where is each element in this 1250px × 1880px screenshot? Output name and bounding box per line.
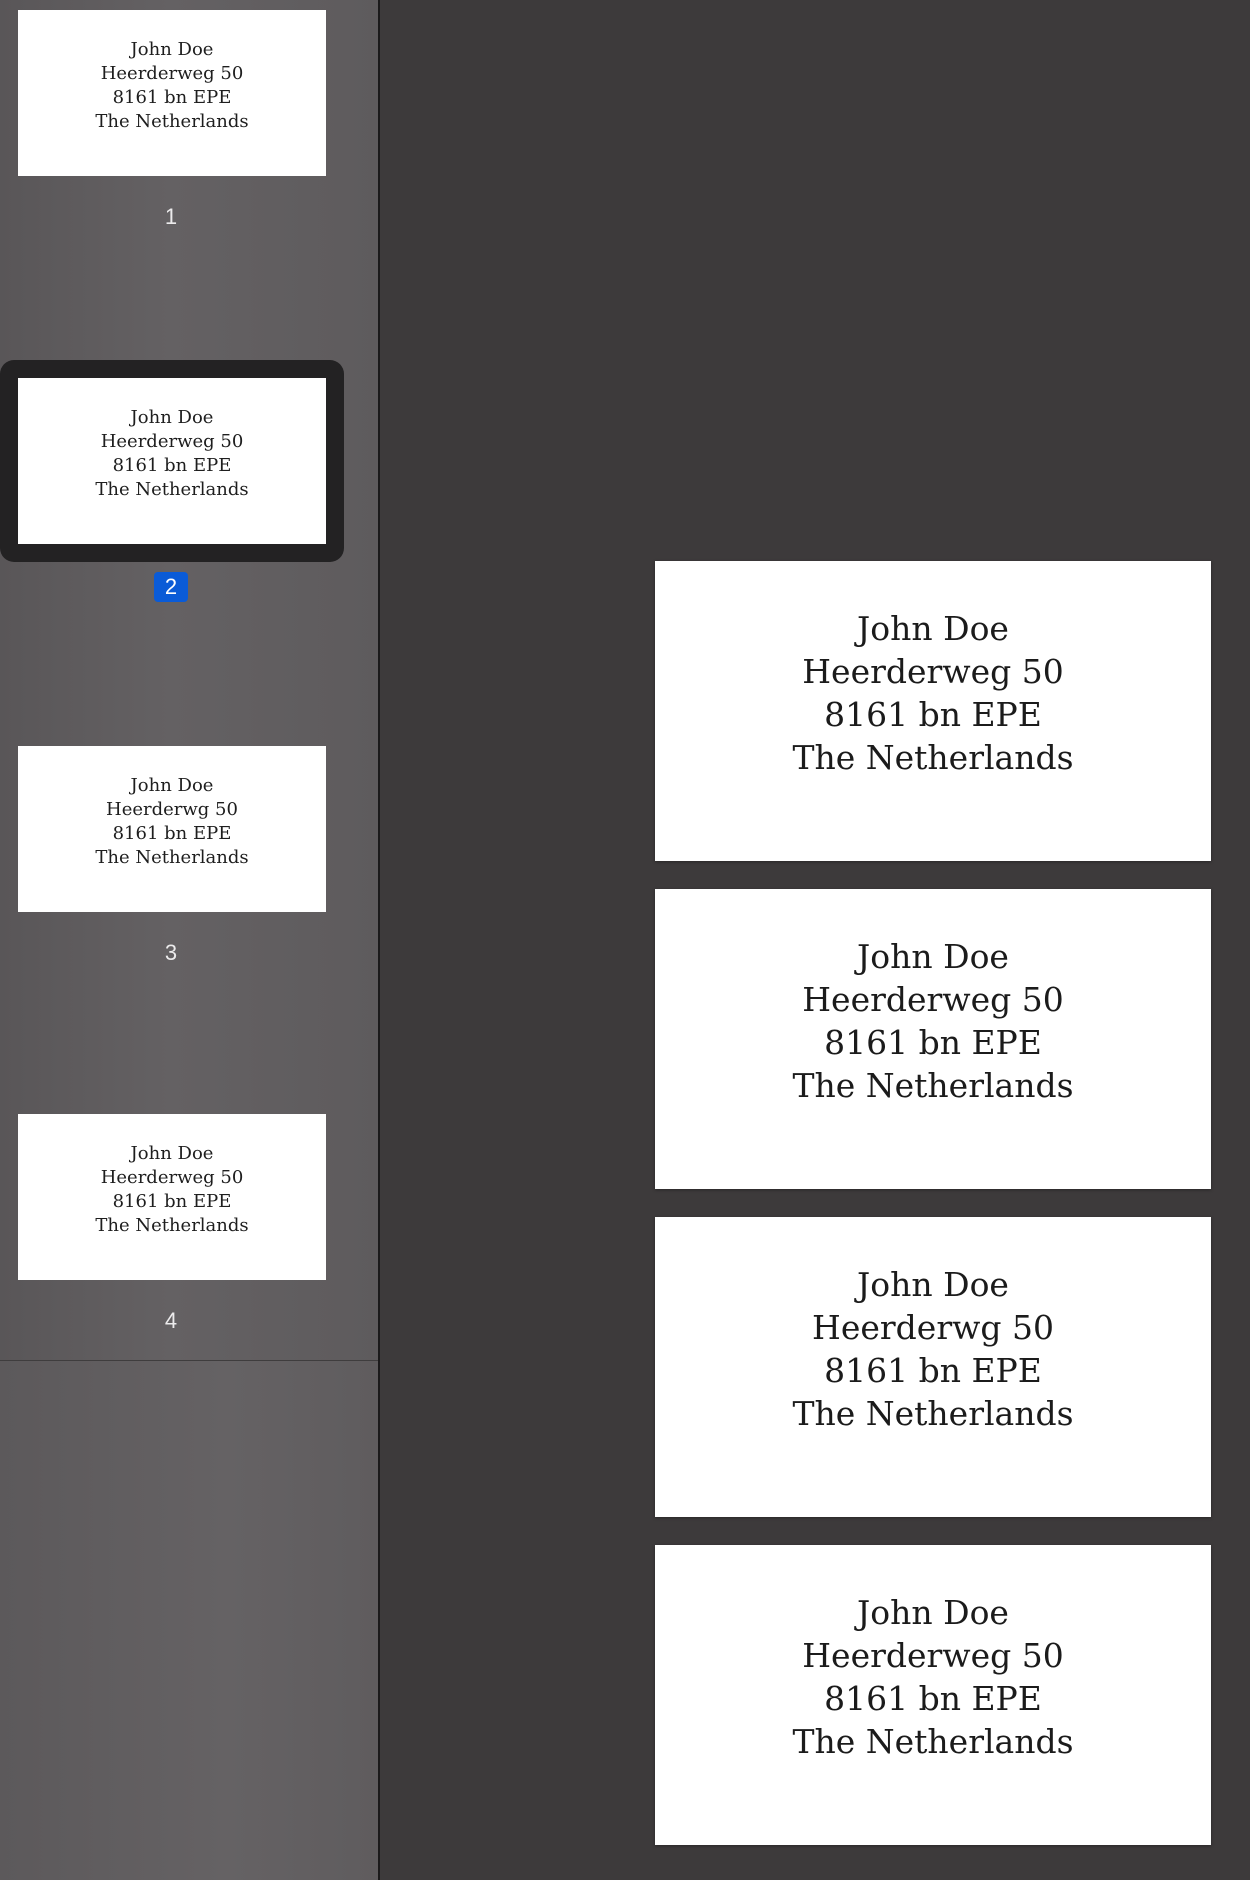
address-city: 8161 bn EPE — [824, 1023, 1042, 1062]
address-street: Heerderwg 50 — [812, 1308, 1054, 1347]
address-country: The Netherlands — [792, 1066, 1074, 1105]
address-name: John Doe — [857, 609, 1009, 648]
thumbnail-image[interactable]: John Doe Heerderweg 50 8161 bn EPE The N… — [18, 378, 326, 544]
thumbnail-page-number: 3 — [0, 940, 342, 966]
address-street: Heerderweg 50 — [802, 1636, 1064, 1675]
thumbnail-image[interactable]: John Doe Heerderweg 50 8161 bn EPE The N… — [18, 1114, 326, 1280]
thumbnail-city-line: 8161 bn EPE — [112, 1191, 232, 1212]
thumbnail-page-number: 4 — [0, 1308, 342, 1334]
thumbnail-country-line: The Netherlands — [95, 479, 249, 500]
thumbnail-street-line: Heerderwg 50 — [106, 799, 238, 820]
thumbnail-name-line: John Doe — [130, 775, 214, 796]
pdf-viewer-window: John Doe Heerderweg 50 8161 bn EPE The N… — [0, 0, 1250, 1880]
thumbnail-country-line: The Netherlands — [95, 847, 249, 868]
thumbnail-country-line: The Netherlands — [95, 1215, 249, 1236]
thumbnail-city-line: 8161 bn EPE — [112, 87, 232, 108]
document-page-4[interactable]: John Doe Heerderweg 50 8161 bn EPE The N… — [655, 1545, 1211, 1845]
thumbnail-country-line: The Netherlands — [95, 111, 249, 132]
document-page-1[interactable]: John Doe Heerderweg 50 8161 bn EPE The N… — [655, 561, 1211, 861]
sidebar-empty-area — [0, 1360, 378, 1880]
selected-page-badge: 2 — [154, 572, 188, 602]
address-city: 8161 bn EPE — [824, 695, 1042, 734]
address-name: John Doe — [857, 1265, 1009, 1304]
thumbnail-city-line: 8161 bn EPE — [112, 823, 232, 844]
address-country: The Netherlands — [792, 1722, 1074, 1761]
thumbnail-street-line: Heerderweg 50 — [100, 63, 244, 84]
address-name: John Doe — [857, 1593, 1009, 1632]
address-street: Heerderweg 50 — [802, 652, 1064, 691]
address-street: Heerderweg 50 — [802, 980, 1064, 1019]
document-page-2[interactable]: John Doe Heerderweg 50 8161 bn EPE The N… — [655, 889, 1211, 1189]
thumbnail-name-line: John Doe — [130, 407, 214, 428]
thumbnail-page-number-selected: 2 — [0, 572, 342, 602]
document-view[interactable]: John Doe Heerderweg 50 8161 bn EPE The N… — [380, 0, 1250, 1880]
thumbnail-street-line: Heerderweg 50 — [100, 431, 244, 452]
address-city: 8161 bn EPE — [824, 1351, 1042, 1390]
address-country: The Netherlands — [792, 738, 1074, 777]
thumbnail-image[interactable]: John Doe Heerderwg 50 8161 bn EPE The Ne… — [18, 746, 326, 912]
thumbnail-sidebar[interactable]: John Doe Heerderweg 50 8161 bn EPE The N… — [0, 0, 380, 1880]
thumbnail-page-number: 1 — [0, 204, 342, 230]
thumbnail-city-line: 8161 bn EPE — [112, 455, 232, 476]
page-number-label: 1 — [164, 204, 178, 229]
page-number-label: 3 — [164, 940, 178, 965]
thumbnail-image[interactable]: John Doe Heerderweg 50 8161 bn EPE The N… — [18, 10, 326, 176]
page-number-label: 4 — [164, 1308, 178, 1333]
address-country: The Netherlands — [792, 1394, 1074, 1433]
thumbnail-name-line: John Doe — [130, 1143, 214, 1164]
address-city: 8161 bn EPE — [824, 1679, 1042, 1718]
document-page-3[interactable]: John Doe Heerderwg 50 8161 bn EPE The Ne… — [655, 1217, 1211, 1517]
address-name: John Doe — [857, 937, 1009, 976]
thumbnail-street-line: Heerderweg 50 — [100, 1167, 244, 1188]
thumbnail-name-line: John Doe — [130, 39, 214, 60]
